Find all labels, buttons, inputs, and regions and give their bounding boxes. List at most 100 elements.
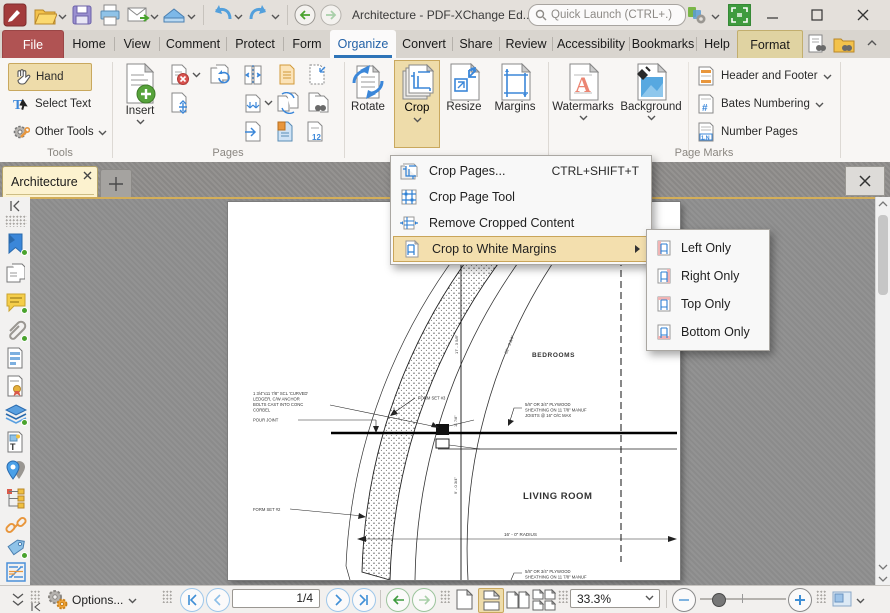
zoom-in-button[interactable] (788, 588, 812, 612)
fullscreen-button[interactable] (728, 4, 752, 28)
history-back-button[interactable] (294, 4, 318, 28)
thumbnails-panel-icon[interactable] (5, 263, 25, 283)
signatures-panel-icon[interactable] (5, 375, 25, 395)
select-text-button[interactable]: T Select Text (8, 91, 112, 117)
close-button[interactable] (846, 0, 880, 29)
tab-share[interactable]: Share (453, 30, 499, 58)
sidebar-drag-handle[interactable] (5, 215, 27, 227)
toolbar-drag-handle[interactable] (162, 590, 173, 603)
collapse-ribbon-chevron[interactable] (866, 38, 878, 48)
menu-item-crop-page-tool[interactable]: Crop Page Tool (391, 184, 651, 210)
new-tab-button[interactable] (100, 169, 132, 199)
reverse-pages-chevron[interactable] (264, 98, 273, 107)
quick-launch-input[interactable]: Quick Launch (CTRL+.) (528, 4, 686, 26)
submenu-item-bottom-only[interactable]: Bottom Only (647, 318, 769, 346)
toolbar-drag-handle[interactable] (30, 590, 41, 603)
ui-options-icon[interactable] (686, 4, 710, 28)
single-page-layout-button[interactable] (452, 588, 476, 611)
submenu-item-top-only[interactable]: Top Only (647, 290, 769, 318)
tab-bookmarks[interactable]: Bookmarks (630, 30, 696, 58)
grid-layout-button[interactable] (532, 588, 556, 611)
resize-pages-button[interactable]: Resize (441, 61, 487, 113)
structure-panel-icon[interactable] (5, 487, 25, 507)
menu-item-remove-cropped-content[interactable]: Remove Cropped Content (391, 210, 651, 236)
insert-pages-button[interactable]: Insert (117, 61, 163, 127)
document-tab[interactable]: Architecture (2, 166, 98, 198)
two-page-layout-button[interactable] (506, 588, 530, 611)
page-number-input[interactable]: 1/4 (232, 589, 320, 608)
header-footer-button[interactable]: Header and Footer (692, 63, 836, 89)
replace-pages-icon[interactable] (274, 121, 296, 143)
scrollbar-thumb[interactable] (878, 215, 888, 295)
toolbar-collapse-icon[interactable] (30, 603, 42, 612)
minimize-button[interactable] (756, 0, 790, 29)
order-panel-icon[interactable] (5, 561, 25, 581)
duplicate-pages-icon[interactable] (208, 64, 230, 86)
toolbar-drag-handle[interactable] (816, 590, 827, 603)
links-panel-icon[interactable] (5, 515, 25, 535)
undo-button[interactable] (210, 3, 234, 27)
redo-button[interactable] (247, 3, 271, 27)
watermarks-button[interactable]: A Watermarks (551, 61, 615, 123)
options-button[interactable]: Options... (72, 593, 123, 607)
save-button[interactable] (70, 3, 94, 27)
pan-zoom-chevron[interactable] (856, 597, 865, 606)
scan-button[interactable] (162, 3, 186, 27)
delete-pages-icon[interactable] (168, 64, 190, 86)
find-pages-icon[interactable] (306, 92, 328, 114)
move-pages-icon[interactable] (168, 92, 190, 114)
toolbar-drag-handle[interactable] (558, 590, 569, 603)
vertical-scrollbar[interactable] (875, 197, 890, 585)
last-page-button[interactable] (352, 588, 376, 612)
redo-chevron[interactable] (271, 12, 280, 21)
continuous-layout-button[interactable] (478, 588, 504, 613)
open-file-chevron[interactable] (58, 12, 67, 21)
pan-zoom-tool-icon[interactable] (832, 591, 852, 607)
extract-pages-icon[interactable] (276, 64, 298, 86)
menu-item-crop-pages[interactable]: Crop Pages... CTRL+SHIFT+T (391, 158, 651, 184)
zoom-level-select[interactable]: 33.3% (570, 589, 660, 608)
number-pages-small-icon[interactable]: 12 (304, 121, 326, 143)
first-page-button[interactable] (180, 588, 204, 612)
toolbar-drag-handle[interactable] (440, 590, 451, 603)
next-view-button[interactable] (412, 588, 436, 612)
scroll-down-icon[interactable] (878, 563, 888, 571)
scan-chevron[interactable] (187, 12, 196, 21)
crop-pages-button[interactable]: Crop (394, 60, 440, 148)
tab-home[interactable]: Home (64, 30, 114, 58)
maximize-button[interactable] (800, 0, 834, 29)
hand-tool-button[interactable]: Hand (8, 63, 92, 91)
tab-form[interactable]: Form (284, 30, 330, 58)
bates-numbering-button[interactable]: # Bates Numbering (692, 91, 828, 117)
background-button[interactable]: Background (617, 61, 685, 123)
collapse-panel-chevrons-icon[interactable] (10, 592, 26, 608)
scroll-next-view-icon[interactable] (878, 575, 888, 583)
tab-organize[interactable]: Organize (330, 30, 396, 58)
margins-button[interactable]: Margins (489, 61, 541, 113)
tab-convert[interactable]: Convert (396, 30, 452, 58)
tab-format[interactable]: Format (737, 30, 803, 58)
submenu-item-right-only[interactable]: Right Only (647, 262, 769, 290)
destinations-panel-icon[interactable] (5, 459, 25, 479)
open-file-button[interactable] (33, 3, 57, 27)
tab-help[interactable]: Help (697, 30, 737, 58)
tab-protect[interactable]: Protect (227, 30, 283, 58)
rotate-pages-button[interactable]: Rotate (346, 61, 390, 113)
document-tab-close-icon[interactable] (82, 170, 93, 181)
tab-accessibility[interactable]: Accessibility (553, 30, 629, 58)
scroll-up-icon[interactable] (878, 200, 888, 208)
ui-options-chevron[interactable] (711, 12, 720, 21)
tab-file[interactable]: File (2, 30, 64, 58)
swap-pages-icon[interactable] (276, 92, 298, 114)
tab-comment[interactable]: Comment (160, 30, 226, 58)
split-pages-icon[interactable] (242, 64, 264, 86)
email-button[interactable] (126, 3, 150, 27)
next-page-button[interactable] (326, 588, 350, 612)
fields-panel-icon[interactable] (5, 347, 25, 367)
find-in-document-icon[interactable] (806, 33, 828, 55)
tab-view[interactable]: View (115, 30, 159, 58)
undo-chevron[interactable] (234, 12, 243, 21)
previous-view-button[interactable] (386, 588, 410, 612)
number-pages-button[interactable]: 1.N Number Pages (692, 119, 802, 145)
delete-pages-chevron[interactable] (192, 70, 201, 79)
